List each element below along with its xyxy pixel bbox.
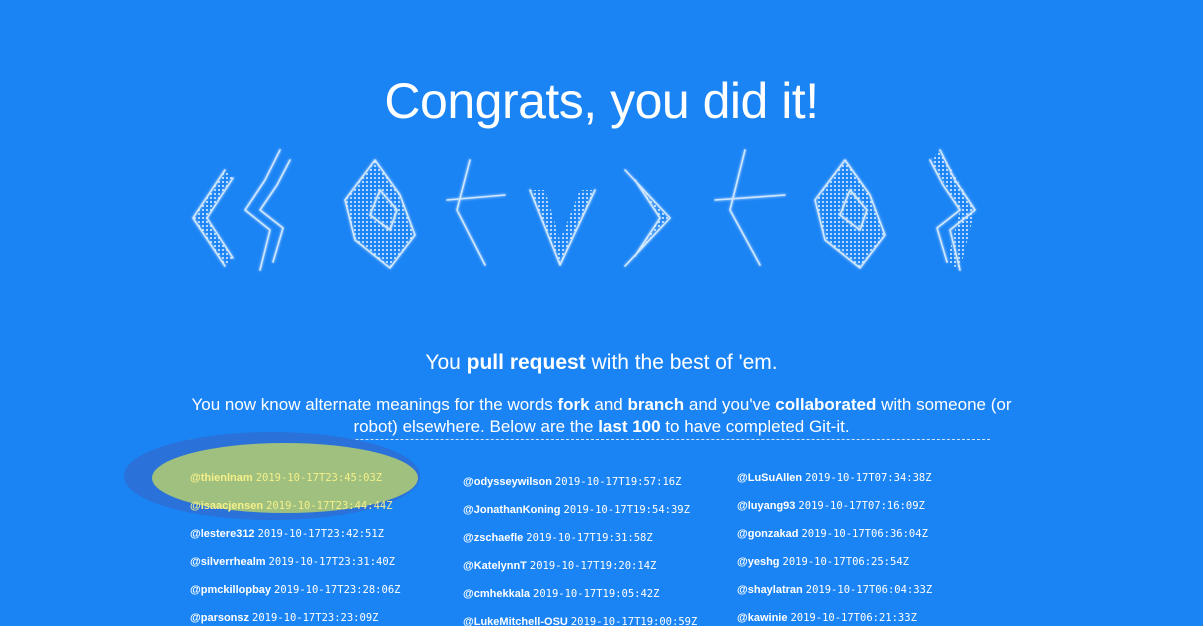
timestamp: 2019-10-17T06:36:04Z: [801, 528, 928, 540]
username-link[interactable]: @shaylatran: [737, 584, 803, 596]
username-link[interactable]: @yeshg: [737, 556, 780, 568]
timestamp: 2019-10-17T06:21:33Z: [790, 612, 917, 624]
list-item: @gonzakad 2019-10-17T06:36:04Z: [737, 525, 932, 553]
completers-column-3: @LuSuAllen 2019-10-17T07:34:38Z @luyang93…: [737, 469, 932, 626]
desc-b1: fork: [557, 395, 590, 414]
list-item: @zschaefle 2019-10-17T19:31:58Z: [463, 529, 697, 557]
desc-b2: branch: [627, 395, 685, 414]
timestamp: 2019-10-17T19:31:58Z: [526, 532, 653, 544]
lead-pre: You: [425, 351, 467, 374]
timestamp: 2019-10-17T19:57:16Z: [554, 476, 682, 488]
list-item: @luyang93 2019-10-17T07:16:09Z: [737, 497, 932, 525]
timestamp: 2019-10-17T06:25:54Z: [782, 556, 909, 568]
username-link[interactable]: @parsonsz: [190, 612, 249, 624]
username-link[interactable]: @LuSuAllen: [737, 472, 802, 484]
desc-t1: You now know alternate meanings for the …: [191, 395, 558, 414]
timestamp: 2019-10-17T23:42:51Z: [257, 528, 384, 540]
description-text: You now know alternate meanings for the …: [180, 394, 1023, 438]
list-item: @thienlnam 2019-10-17T23:45:03Z: [190, 469, 400, 497]
timestamp: 2019-10-17T07:34:38Z: [805, 472, 932, 484]
completers-column-2: @odysseywilson 2019-10-17T19:57:16Z @Jona…: [463, 473, 697, 626]
list-item: @pmckillopbay 2019-10-17T23:28:06Z: [190, 581, 400, 609]
desc-b3: collaborated: [775, 395, 877, 414]
desc-t5: to have completed Git-it.: [660, 417, 850, 436]
list-item: @LuSuAllen 2019-10-17T07:34:38Z: [737, 469, 932, 497]
page-title: Congrats, you did it!: [384, 72, 819, 129]
username-link[interactable]: @lestere312: [190, 528, 255, 540]
username-link[interactable]: @pmckillopbay: [190, 584, 271, 596]
username-link[interactable]: @KatelynnT: [463, 560, 527, 572]
lead-bold: pull request: [466, 351, 586, 374]
timestamp: 2019-10-17T23:44:44Z: [266, 500, 393, 512]
username-link[interactable]: @isaacjensen: [190, 500, 263, 512]
username-link[interactable]: @JonathanKoning: [463, 504, 561, 516]
username-link[interactable]: @silverrhealm: [190, 556, 266, 568]
timestamp: 2019-10-17T06:04:33Z: [805, 584, 933, 596]
list-item: @kawinie 2019-10-17T06:21:33Z: [737, 609, 932, 626]
timestamp: 2019-10-17T23:45:03Z: [255, 472, 383, 484]
list-item: @odysseywilson 2019-10-17T19:57:16Z: [463, 473, 697, 501]
username-link[interactable]: @gonzakad: [737, 528, 798, 540]
timestamp: 2019-10-17T19:54:39Z: [563, 504, 690, 516]
list-item: @JonathanKoning 2019-10-17T19:54:39Z: [463, 501, 697, 529]
username-link[interactable]: @cmhekkala: [463, 588, 530, 600]
username-link[interactable]: @LukeMitchell-OSU: [463, 616, 568, 626]
list-item: @LukeMitchell-OSU 2019-10-17T19:00:59Z: [463, 613, 697, 626]
username-link[interactable]: @odysseywilson: [463, 476, 552, 488]
list-item: @cmhekkala 2019-10-17T19:05:42Z: [463, 585, 697, 613]
desc-t2: and: [589, 395, 628, 414]
timestamp: 2019-10-17T23:31:40Z: [268, 556, 395, 568]
timestamp: 2019-10-17T23:23:09Z: [252, 612, 379, 624]
username-link[interactable]: @luyang93: [737, 500, 795, 512]
completers-column-1: @thienlnam 2019-10-17T23:45:03Z @isaacjen…: [190, 469, 400, 626]
timestamp: 2019-10-17T19:00:59Z: [570, 616, 698, 626]
username-link[interactable]: @kawinie: [737, 612, 787, 624]
list-item: @yeshg 2019-10-17T06:25:54Z: [737, 553, 932, 581]
list-item: @lestere312 2019-10-17T23:42:51Z: [190, 525, 400, 553]
list-item: @shaylatran 2019-10-17T06:04:33Z: [737, 581, 932, 609]
list-item: @parsonsz 2019-10-17T23:23:09Z: [190, 609, 400, 626]
username-link[interactable]: @zschaefle: [463, 532, 523, 544]
desc-b4: last 100: [598, 417, 661, 436]
list-item: @isaacjensen 2019-10-17T23:44:44Z: [190, 497, 400, 525]
lead-text: You pull request with the best of 'em.: [0, 351, 1203, 375]
list-item: @silverrhealm 2019-10-17T23:31:40Z: [190, 553, 400, 581]
lead-post: with the best of 'em.: [585, 351, 778, 374]
timestamp: 2019-10-17T23:28:06Z: [274, 584, 401, 596]
desc-t3: and you've: [684, 395, 776, 414]
timestamp: 2019-10-17T19:20:14Z: [529, 560, 657, 572]
completion-page: Congrats, you did it! You pull request w…: [0, 0, 1203, 626]
timestamp: 2019-10-17T19:05:42Z: [533, 588, 660, 600]
username-link[interactable]: @thienlnam: [190, 472, 253, 484]
list-item: @KatelynnT 2019-10-17T19:20:14Z: [463, 557, 697, 585]
timestamp: 2019-10-17T07:16:09Z: [798, 500, 925, 512]
git-it-ascii-logo-icon: [185, 140, 1005, 280]
